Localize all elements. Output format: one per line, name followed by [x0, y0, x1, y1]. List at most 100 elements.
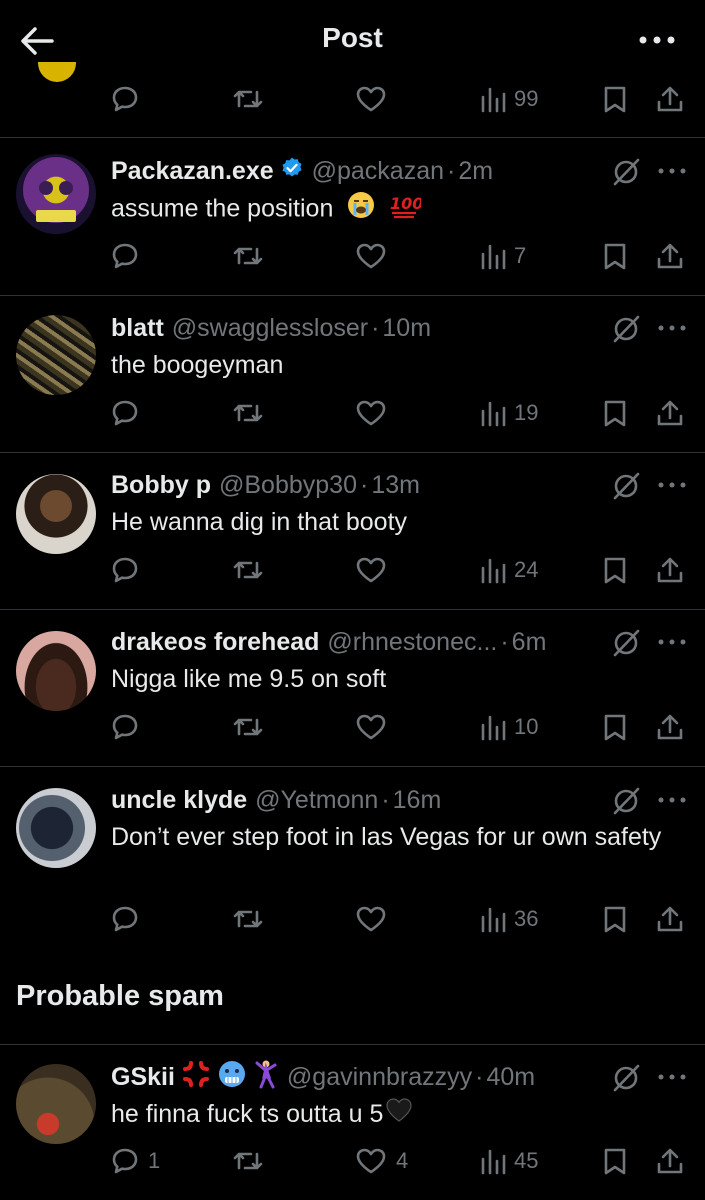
share-icon	[657, 86, 683, 112]
grok-icon[interactable]	[610, 313, 642, 345]
repost-button[interactable]	[231, 236, 265, 276]
share-icon	[657, 400, 683, 426]
like-button[interactable]	[354, 236, 388, 276]
reply-text: he finna fuck ts outta u 5	[111, 1096, 671, 1133]
bookmark-button[interactable]	[602, 79, 628, 119]
handle[interactable]: @gavinnbrazzyy	[287, 1063, 472, 1092]
views-button[interactable]: 10	[480, 707, 538, 747]
views-count: 7	[514, 243, 527, 268]
display-name[interactable]: GSkii	[111, 1063, 175, 1092]
more-icon[interactable]	[656, 164, 688, 178]
display-name[interactable]: Packazan.exe	[111, 157, 274, 186]
more-icon[interactable]	[656, 1070, 688, 1084]
handle[interactable]: @Yetmonn	[255, 786, 378, 815]
grok-icon[interactable]	[610, 156, 642, 188]
section-title-probable-spam: Probable spam	[16, 980, 224, 1012]
grok-icon[interactable]	[610, 1062, 642, 1094]
handle[interactable]: @rhnestonec...	[327, 628, 497, 657]
like-button[interactable]	[354, 393, 388, 433]
timestamp[interactable]: 13m	[371, 471, 420, 500]
display-name[interactable]: blatt	[111, 314, 164, 343]
display-name[interactable]: uncle klyde	[111, 786, 247, 815]
like-button[interactable]	[354, 707, 388, 747]
views-button[interactable]: 36	[480, 899, 538, 939]
grok-icon[interactable]	[610, 627, 642, 659]
reply-header: blatt @swagglessloser · 10m	[111, 313, 432, 343]
views-button[interactable]: 7	[480, 236, 526, 276]
views-icon	[481, 401, 506, 427]
timestamp[interactable]: 16m	[393, 786, 442, 815]
like-icon	[356, 86, 386, 112]
more-icon[interactable]	[656, 321, 688, 335]
reply-icon	[112, 557, 138, 583]
repost-button[interactable]	[231, 393, 265, 433]
views-button[interactable]: 45	[480, 1141, 538, 1181]
like-button[interactable]	[354, 899, 388, 939]
reply-button[interactable]: 1	[110, 1141, 160, 1181]
bookmark-button[interactable]	[602, 707, 628, 747]
display-name[interactable]: Bobby p	[111, 471, 211, 500]
share-button[interactable]	[655, 393, 685, 433]
avatar[interactable]	[16, 474, 96, 554]
black-heart-icon	[385, 1097, 413, 1133]
reply-icon	[112, 400, 138, 426]
divider	[0, 137, 705, 138]
more-icon[interactable]	[637, 30, 677, 50]
bookmark-button[interactable]	[602, 393, 628, 433]
share-button[interactable]	[655, 1141, 685, 1181]
reply-button[interactable]	[110, 707, 140, 747]
views-icon	[481, 87, 506, 113]
like-button[interactable]	[354, 79, 388, 119]
avatar[interactable]	[16, 788, 96, 868]
share-button[interactable]	[655, 899, 685, 939]
reply-icon	[112, 714, 138, 740]
repost-button[interactable]	[231, 79, 265, 119]
repost-button[interactable]	[231, 550, 265, 590]
more-icon[interactable]	[656, 793, 688, 807]
timestamp[interactable]: 2m	[458, 157, 493, 186]
share-button[interactable]	[655, 79, 685, 119]
share-button[interactable]	[655, 236, 685, 276]
like-icon	[356, 1148, 386, 1174]
views-button[interactable]: 19	[480, 393, 538, 433]
reply-button[interactable]	[110, 899, 140, 939]
reply-button[interactable]	[110, 393, 140, 433]
bookmark-button[interactable]	[602, 236, 628, 276]
more-icon[interactable]	[656, 635, 688, 649]
display-name[interactable]: drakeos forehead	[111, 628, 319, 657]
views-button[interactable]: 24	[480, 550, 538, 590]
reply-button[interactable]	[110, 79, 140, 119]
views-count: 45	[514, 1148, 539, 1173]
timestamp[interactable]: 40m	[486, 1063, 535, 1092]
avatar[interactable]	[16, 154, 96, 234]
grok-icon[interactable]	[610, 470, 642, 502]
repost-button[interactable]	[231, 707, 265, 747]
handle[interactable]: @packazan	[312, 157, 444, 186]
cold-face-icon	[217, 1059, 247, 1096]
timestamp[interactable]: 10m	[382, 314, 431, 343]
bookmark-button[interactable]	[602, 550, 628, 590]
share-button[interactable]	[655, 550, 685, 590]
share-button[interactable]	[655, 707, 685, 747]
bookmark-button[interactable]	[602, 1141, 628, 1181]
views-count: 19	[514, 400, 539, 425]
timestamp[interactable]: 6m	[512, 628, 547, 657]
avatar[interactable]	[16, 1064, 96, 1144]
avatar[interactable]	[16, 315, 96, 395]
handle[interactable]: @Bobbyp30	[219, 471, 357, 500]
top-bar: Post	[0, 0, 705, 80]
avatar[interactable]	[16, 631, 96, 711]
views-button[interactable]: 99	[480, 79, 538, 119]
grok-icon[interactable]	[610, 785, 642, 817]
like-button[interactable]	[354, 550, 388, 590]
like-button[interactable]: 4	[354, 1141, 408, 1181]
reply-button[interactable]	[110, 236, 140, 276]
reply-text: Don’t ever step foot in las Vegas for ur…	[111, 823, 662, 851]
handle[interactable]: @swagglessloser	[172, 314, 368, 343]
page-title: Post	[322, 22, 383, 53]
repost-button[interactable]	[231, 899, 265, 939]
repost-button[interactable]	[231, 1141, 265, 1181]
reply-button[interactable]	[110, 550, 140, 590]
bookmark-button[interactable]	[602, 899, 628, 939]
more-icon[interactable]	[656, 478, 688, 492]
